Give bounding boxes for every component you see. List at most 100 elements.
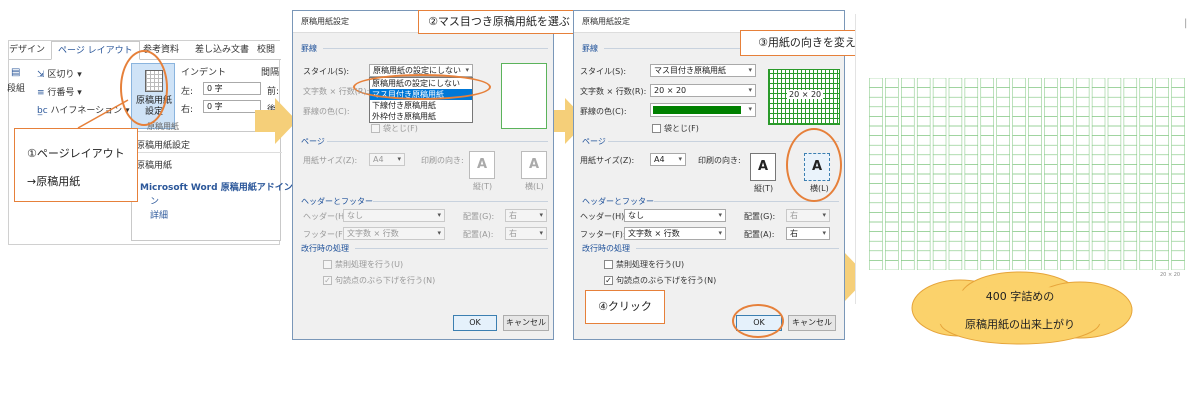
manuscript-cell [1060, 231, 1074, 242]
manuscript-cell [1091, 221, 1106, 232]
manuscript-cell [1012, 212, 1026, 223]
portrait-icon[interactable]: A [469, 151, 495, 179]
manuscript-cell [948, 192, 963, 204]
manuscript-cell [869, 260, 883, 270]
manuscript-cell [901, 212, 915, 223]
highlight-ok-button [732, 304, 784, 338]
dialog3-header-select[interactable]: なし ▾ [624, 209, 726, 222]
dialog3-color-label: 罫線の色(C): [580, 107, 627, 116]
manuscript-cell [1044, 164, 1058, 175]
style-option-underline[interactable]: 下線付き原稿用紙 [370, 100, 472, 111]
manuscript-cell [1075, 154, 1090, 165]
manuscript-cell [1091, 212, 1106, 223]
dialog3-paper-size-select[interactable]: A4 ▾ [650, 153, 686, 166]
manuscript-cell [1107, 250, 1122, 261]
style-option-outer[interactable]: 外枠付き原稿用紙 [370, 111, 472, 122]
manuscript-cell [1012, 87, 1026, 98]
dialog3-style-select[interactable]: マス目付き原稿用紙 ▾ [650, 64, 756, 77]
manuscript-cell [885, 192, 899, 204]
manuscript-cell [1012, 231, 1026, 242]
manuscript-cell [1107, 116, 1122, 127]
manuscript-cell [1060, 192, 1074, 204]
dialog3-color-select[interactable]: ▾ [650, 103, 756, 117]
manuscript-cell [964, 154, 979, 165]
manuscript-cell [948, 231, 963, 242]
manuscript-cell [1012, 221, 1026, 232]
manuscript-cell [980, 221, 994, 232]
manuscript-cell [1075, 106, 1090, 117]
manuscript-cell [1139, 135, 1153, 146]
chevron-down-icon: ▾ [465, 66, 469, 74]
dialog3-chars-label: 文字数 × 行数(R): [580, 87, 647, 96]
manuscript-cell [996, 96, 1010, 108]
manuscript-cell [980, 135, 994, 146]
manuscript-cell [1155, 106, 1169, 117]
manuscript-cell [1075, 212, 1090, 223]
manuscript-cell [964, 192, 979, 204]
dialog2-cancel-button[interactable]: キャンセル [503, 315, 549, 331]
dialog2-header-pos-select[interactable]: 右 ▾ [505, 209, 547, 222]
manuscript-cell [1123, 250, 1138, 261]
portrait-icon[interactable]: A [750, 153, 776, 181]
manuscript-cell [1171, 183, 1185, 194]
manuscript-cell [996, 183, 1010, 194]
manuscript-cell [869, 164, 883, 175]
manuscript-cell [1123, 164, 1138, 175]
dialog2-burasage-checkbox[interactable]: ✓ [323, 276, 332, 285]
manuscript-cell [1139, 202, 1153, 213]
manuscript-cell [1107, 173, 1122, 184]
manuscript-cell [1171, 212, 1185, 223]
manuscript-cell [869, 96, 883, 108]
manuscript-cell [1060, 144, 1074, 156]
dialog3-header-label: ヘッダー(H): [580, 212, 627, 221]
dialog3-fold-checkbox[interactable] [652, 124, 661, 133]
manuscript-cell [901, 192, 915, 204]
dialog3-footer-select[interactable]: 文字数 × 行数 ▾ [624, 227, 726, 240]
manuscript-cell [1091, 231, 1106, 242]
dialog2-chars-label: 文字数 × 行数(R): [303, 87, 370, 96]
manuscript-cell [1028, 87, 1042, 98]
manuscript-cell [1044, 250, 1058, 261]
manuscript-cell [932, 144, 947, 156]
dialog2-footer-select[interactable]: 文字数 × 行数 ▾ [343, 227, 445, 240]
manuscript-cell [964, 221, 979, 232]
manuscript-cell [932, 106, 947, 117]
dialog3-footer-pos-select[interactable]: 右 ▾ [786, 227, 830, 240]
manuscript-cell [1171, 231, 1185, 242]
dialog3-burasage-checkbox[interactable]: ✓ [604, 276, 613, 285]
landscape-icon[interactable]: A [521, 151, 547, 179]
manuscript-cell [885, 116, 899, 127]
manuscript-cell [1171, 202, 1185, 213]
manuscript-cell [964, 240, 979, 252]
manuscript-cell [901, 116, 915, 127]
dialog3-header-pos-select[interactable]: 右 ▾ [786, 209, 830, 222]
manuscript-cell [932, 87, 947, 98]
manuscript-cell [1123, 78, 1138, 88]
manuscript-cell [1155, 87, 1169, 98]
dialog3-cancel-button[interactable]: キャンセル [788, 315, 836, 331]
dialog3-kinsoku-checkbox[interactable] [604, 260, 613, 269]
dialog2-paper-size-select[interactable]: A4 ▾ [369, 153, 405, 166]
manuscript-cell [916, 144, 931, 156]
dialog3-chars-select[interactable]: 20 × 20 ▾ [650, 84, 756, 97]
manuscript-cell [1155, 78, 1169, 88]
dialog2-header-select[interactable]: なし ▾ [343, 209, 445, 222]
manuscript-cell [901, 164, 915, 175]
dialog2-ok-button[interactable]: OK [453, 315, 497, 331]
dialog2-fold-checkbox[interactable] [371, 124, 380, 133]
manuscript-cell [948, 106, 963, 117]
manuscript-footer: 20 × 20 [1160, 272, 1181, 278]
manuscript-cell [885, 260, 899, 270]
manuscript-cell [885, 221, 899, 232]
manuscript-cell [964, 78, 979, 88]
dialog2-footer-pos-select[interactable]: 右 ▾ [505, 227, 547, 240]
dialog2-orientation-label: 印刷の向き: [421, 156, 464, 165]
manuscript-cell [980, 250, 994, 261]
manuscript-cell [964, 135, 979, 146]
manuscript-cell [1075, 78, 1090, 88]
dialog2-kinsoku-checkbox[interactable] [323, 260, 332, 269]
manuscript-cell [1091, 87, 1106, 98]
dialog3-orientation-label: 印刷の向き: [698, 156, 741, 165]
manuscript-cell [1171, 125, 1185, 136]
manuscript-cell [980, 240, 994, 252]
